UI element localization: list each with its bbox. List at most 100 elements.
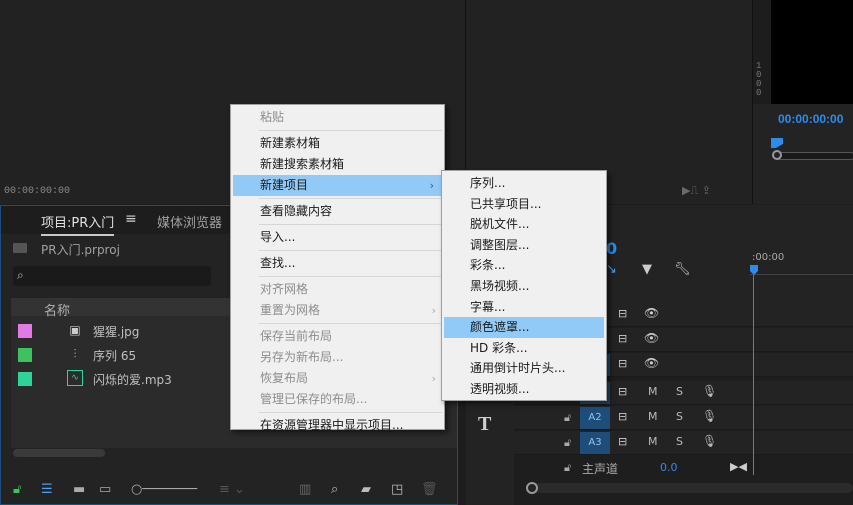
timeline-scroll-handle[interactable]	[526, 482, 538, 494]
menu-item[interactable]: 已共享项目...	[442, 194, 606, 215]
menu-item-label: 透明视频...	[470, 381, 530, 396]
snap-icon[interactable]: ↘	[606, 262, 617, 277]
type-tool-icon[interactable]: T	[478, 413, 491, 436]
menu-item[interactable]: 通用倒计时片头...	[442, 358, 606, 379]
menu-item[interactable]: 调整图层...	[442, 235, 606, 256]
eye-icon[interactable]: 👁︎	[644, 306, 659, 320]
column-name-label: 名称	[44, 304, 71, 319]
mute-button[interactable]: M	[648, 410, 658, 423]
tab-media-browser[interactable]: 媒体浏览器	[157, 212, 222, 231]
menu-item[interactable]: 查找...	[231, 253, 444, 274]
sync-lock-icon[interactable]: ⊟	[618, 435, 627, 448]
new-item-submenu: 序列... 已共享项目... 脱机文件... 调整图层... 彩条... 黑场视频... 字…	[441, 170, 607, 401]
menu-item[interactable]: 新建项目 ›	[233, 175, 442, 196]
trash-icon[interactable]: 🗑︎	[421, 482, 438, 497]
label-color-swatch[interactable]	[18, 348, 32, 362]
lock-icon[interactable]: 🔓︎	[564, 461, 571, 475]
program-timecode[interactable]: 00:00:00:00	[778, 112, 843, 126]
menu-item[interactable]: 查看隐藏内容	[231, 201, 444, 222]
timeline-timecode[interactable]: 0	[606, 239, 617, 258]
microphone-icon[interactable]: 🎙︎	[702, 409, 717, 423]
menu-item[interactable]: 字幕...	[442, 297, 606, 318]
menu-item-label: 对齐网格	[260, 282, 309, 296]
master-track[interactable]: 🔓︎ 主声道 0.0 ▶◀	[514, 457, 853, 479]
eye-icon[interactable]: 👁︎	[644, 331, 659, 345]
label-color-swatch[interactable]	[18, 324, 32, 338]
menu-item[interactable]: 新建素材箱	[231, 133, 444, 154]
audio-file-icon: ∿	[67, 370, 83, 386]
menu-item-label: 保存当前布局	[260, 329, 333, 343]
sync-lock-icon[interactable]: ⊟	[618, 357, 627, 370]
menu-separator	[259, 130, 442, 131]
source-timecode: 00:00:00:00	[4, 186, 71, 197]
export-frame-icon[interactable]: ▶⎍ ⇪	[682, 184, 711, 198]
menu-separator	[259, 250, 442, 251]
wrench-icon[interactable]: 🔧︎	[674, 262, 691, 277]
program-playhead[interactable]	[771, 138, 783, 148]
eye-icon[interactable]: 👁︎	[644, 356, 659, 370]
lock-icon[interactable]: 🔓︎	[13, 482, 21, 497]
track-name-badge[interactable]: A3	[580, 432, 610, 454]
panel-menu-icon[interactable]: ≡	[125, 211, 137, 227]
menu-item[interactable]: HD 彩条...	[442, 338, 606, 359]
sync-lock-icon[interactable]: ⊟	[618, 307, 627, 320]
solo-button[interactable]: S	[676, 385, 683, 398]
menu-item[interactable]: 黑场视频...	[442, 276, 606, 297]
menu-item-label: 脱机文件...	[470, 217, 530, 232]
menu-item-label: 粘贴	[260, 110, 285, 124]
menu-item[interactable]: 序列...	[442, 173, 606, 194]
lock-icon[interactable]: 🔓︎	[564, 411, 571, 425]
sync-lock-icon[interactable]: ⊟	[618, 385, 627, 398]
automate-to-sequence-icon[interactable]: ▥	[299, 482, 311, 497]
list-view-icon[interactable]: ☰	[41, 482, 53, 497]
menu-item[interactable]: 导入...	[231, 227, 444, 248]
microphone-icon[interactable]: 🎙︎	[702, 434, 717, 448]
mute-button[interactable]: M	[648, 385, 658, 398]
menu-item[interactable]: 彩条...	[442, 255, 606, 276]
audio-track[interactable]: 🔓︎ A3 ⊟ M S 🎙︎	[514, 431, 853, 455]
sort-icon[interactable]: ≡ ⌄	[219, 482, 245, 497]
sync-lock-icon[interactable]: ⊟	[618, 410, 627, 423]
program-scrollbar[interactable]	[772, 150, 853, 160]
tab-project[interactable]: 项目:PR入门	[41, 212, 115, 236]
audio-track[interactable]: 🔓︎ A2 ⊟ M S 🎙︎	[514, 406, 853, 430]
search-icon: ⌕	[17, 268, 24, 282]
menu-item[interactable]: 透明视频...	[442, 379, 606, 400]
program-monitor: 1 0 0 0 00:00:00:00	[753, 0, 853, 204]
microphone-icon[interactable]: 🎙︎	[702, 384, 717, 398]
solo-button[interactable]: S	[676, 435, 683, 448]
sync-lock-icon[interactable]: ⊟	[618, 332, 627, 345]
menu-item[interactable]: 脱机文件...	[442, 214, 606, 235]
timeline-ruler[interactable]	[750, 271, 853, 275]
context-menu: 粘贴 新建素材箱 新建搜索素材箱 新建项目 › 查看隐藏内容 导入... 查找... 对齐网格重…	[230, 104, 445, 432]
freeform-view-icon[interactable]: ▭	[99, 482, 111, 497]
menu-separator	[259, 323, 442, 324]
icon-view-icon[interactable]: ▬	[73, 482, 85, 497]
menu-item: 对齐网格	[231, 279, 444, 300]
mute-button[interactable]: M	[648, 435, 658, 448]
project-horizontal-scrollbar[interactable]	[13, 449, 105, 457]
lock-icon[interactable]: 🔓︎	[564, 436, 571, 450]
menu-item: 另存为新布局...	[231, 347, 444, 368]
zoom-slider[interactable]: ○───────	[131, 482, 197, 497]
menu-item-label: 字幕...	[470, 299, 506, 314]
menu-item-label: 查找...	[260, 256, 296, 270]
find-icon[interactable]: ⌕	[331, 482, 338, 497]
label-color-swatch[interactable]	[18, 372, 32, 386]
marker-icon[interactable]: ▼	[642, 262, 652, 277]
master-volume-value[interactable]: 0.0	[660, 461, 678, 474]
menu-item[interactable]: 新建搜索素材箱	[231, 154, 444, 175]
timeline-scrollbar[interactable]	[526, 482, 853, 494]
program-scroll-handle[interactable]	[772, 150, 782, 160]
project-search-input[interactable]: ⌕	[13, 266, 211, 286]
new-bin-icon[interactable]: ▰	[361, 482, 371, 497]
image-file-icon: ▣	[69, 323, 81, 337]
menu-item[interactable]: 颜色遮罩...	[444, 317, 604, 338]
track-name-badge[interactable]: A2	[580, 407, 610, 429]
solo-button[interactable]: S	[676, 410, 683, 423]
go-to-end-icon[interactable]: ▶◀	[730, 460, 747, 473]
new-item-icon[interactable]: ◳	[391, 482, 403, 497]
menu-item-label: 管理已保存的布局...	[260, 392, 368, 406]
menu-item-label: HD 彩条...	[470, 340, 528, 355]
menu-item[interactable]: 在资源管理器中显示项目...	[231, 415, 444, 436]
